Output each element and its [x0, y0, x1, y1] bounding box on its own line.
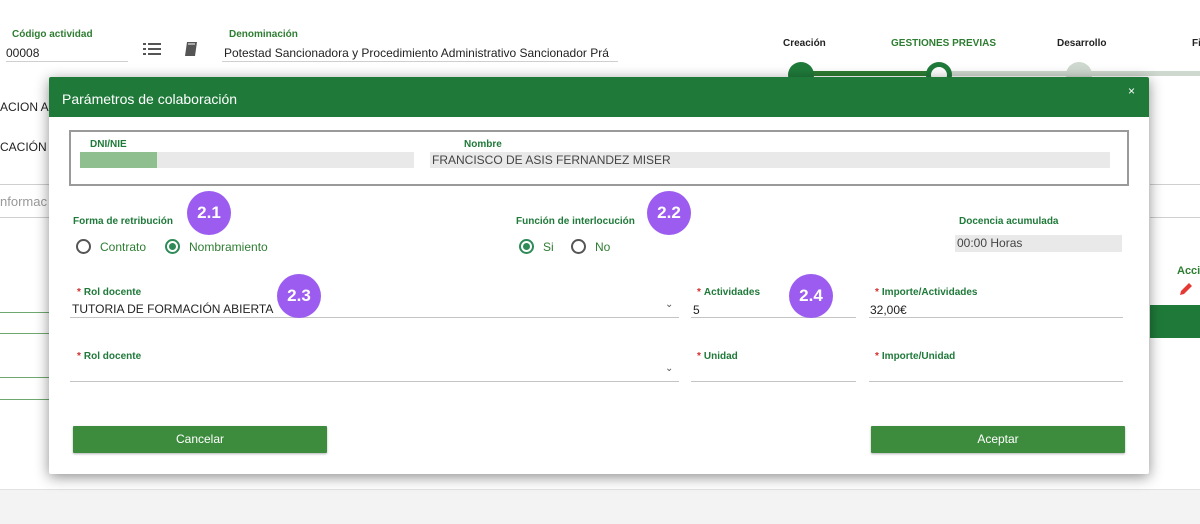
rol-docente-label-text: Rol docente [83, 287, 142, 298]
required-mark: * [875, 287, 879, 298]
radio-si-label[interactable]: Si [543, 240, 554, 254]
radio-no-label[interactable]: No [595, 240, 610, 254]
radio-no[interactable] [571, 239, 586, 254]
person-box: DNI/NIE Nombre FRANCISCO DE ASIS FERNAND… [69, 130, 1129, 186]
radio-contrato-label[interactable]: Contrato [100, 240, 146, 254]
unidad-label-text: Unidad [703, 351, 738, 362]
rol-docente-2-label: * Rol docente [77, 351, 141, 362]
docencia-acumulada-label: Docencia acumulada [959, 216, 1059, 227]
close-icon[interactable]: × [1128, 84, 1135, 98]
rol-docente-2-label-text: Rol docente [83, 351, 142, 362]
required-mark: * [77, 351, 81, 362]
nombre-field: FRANCISCO DE ASIS FERNANDEZ MISER [430, 152, 1110, 168]
importe-actividades-label-text: Importe/Actividades [881, 287, 978, 298]
required-mark: * [875, 351, 879, 362]
required-mark: * [697, 287, 701, 298]
annotation-badge-2-2: 2.2 [647, 191, 691, 235]
radio-nombramiento-label[interactable]: Nombramiento [189, 240, 268, 254]
annotation-badge-2-3: 2.3 [277, 274, 321, 318]
rol-docente-select[interactable]: TUTORIA DE FORMACIÓN ABIERTA [72, 302, 273, 316]
cancel-button[interactable]: Cancelar [73, 426, 327, 453]
required-mark: * [77, 287, 81, 298]
rol-docente-2-underline [70, 381, 679, 382]
chevron-down-icon[interactable]: ⌄ [665, 363, 673, 374]
annotation-badge-2-1: 2.1 [187, 191, 231, 235]
modal-header: Parámetros de colaboración × [49, 77, 1149, 117]
funcion-interlocucion-label: Función de interlocución [516, 216, 635, 227]
required-mark: * [697, 351, 701, 362]
importe-actividades-label: * Importe/Actividades [875, 287, 978, 298]
dni-label: DNI/NIE [90, 139, 127, 150]
importe-unidad-label: * Importe/Unidad [875, 351, 955, 362]
colaboracion-modal: Parámetros de colaboración × DNI/NIE Nom… [49, 77, 1149, 474]
importe-unidad-label-text: Importe/Unidad [881, 351, 956, 362]
unidad-underline [691, 381, 856, 382]
nombre-label: Nombre [464, 139, 502, 150]
importe-unidad-underline [869, 381, 1123, 382]
actividades-input[interactable]: 5 [693, 303, 700, 317]
importe-actividades-underline [869, 317, 1123, 318]
actividades-label-text: Actividades [703, 287, 761, 298]
chevron-down-icon[interactable]: ⌄ [665, 299, 673, 310]
radio-si[interactable] [519, 239, 534, 254]
radio-contrato[interactable] [76, 239, 91, 254]
forma-retribucion-label: Forma de retribución [73, 216, 174, 227]
modal-title: Parámetros de colaboración [62, 91, 238, 107]
docencia-acumulada-field: 00:00 Horas [955, 235, 1122, 252]
actividades-label: * Actividades [697, 287, 760, 298]
radio-nombramiento[interactable] [165, 239, 180, 254]
importe-actividades-input[interactable]: 32,00€ [870, 303, 907, 317]
unidad-label: * Unidad [697, 351, 738, 362]
rol-docente-underline [70, 317, 679, 318]
annotation-badge-2-4: 2.4 [789, 274, 833, 318]
accept-button[interactable]: Aceptar [871, 426, 1125, 453]
dni-field [80, 152, 414, 168]
dni-masked-value [80, 152, 157, 168]
actividades-underline [691, 317, 856, 318]
rol-docente-label: * Rol docente [77, 287, 141, 298]
